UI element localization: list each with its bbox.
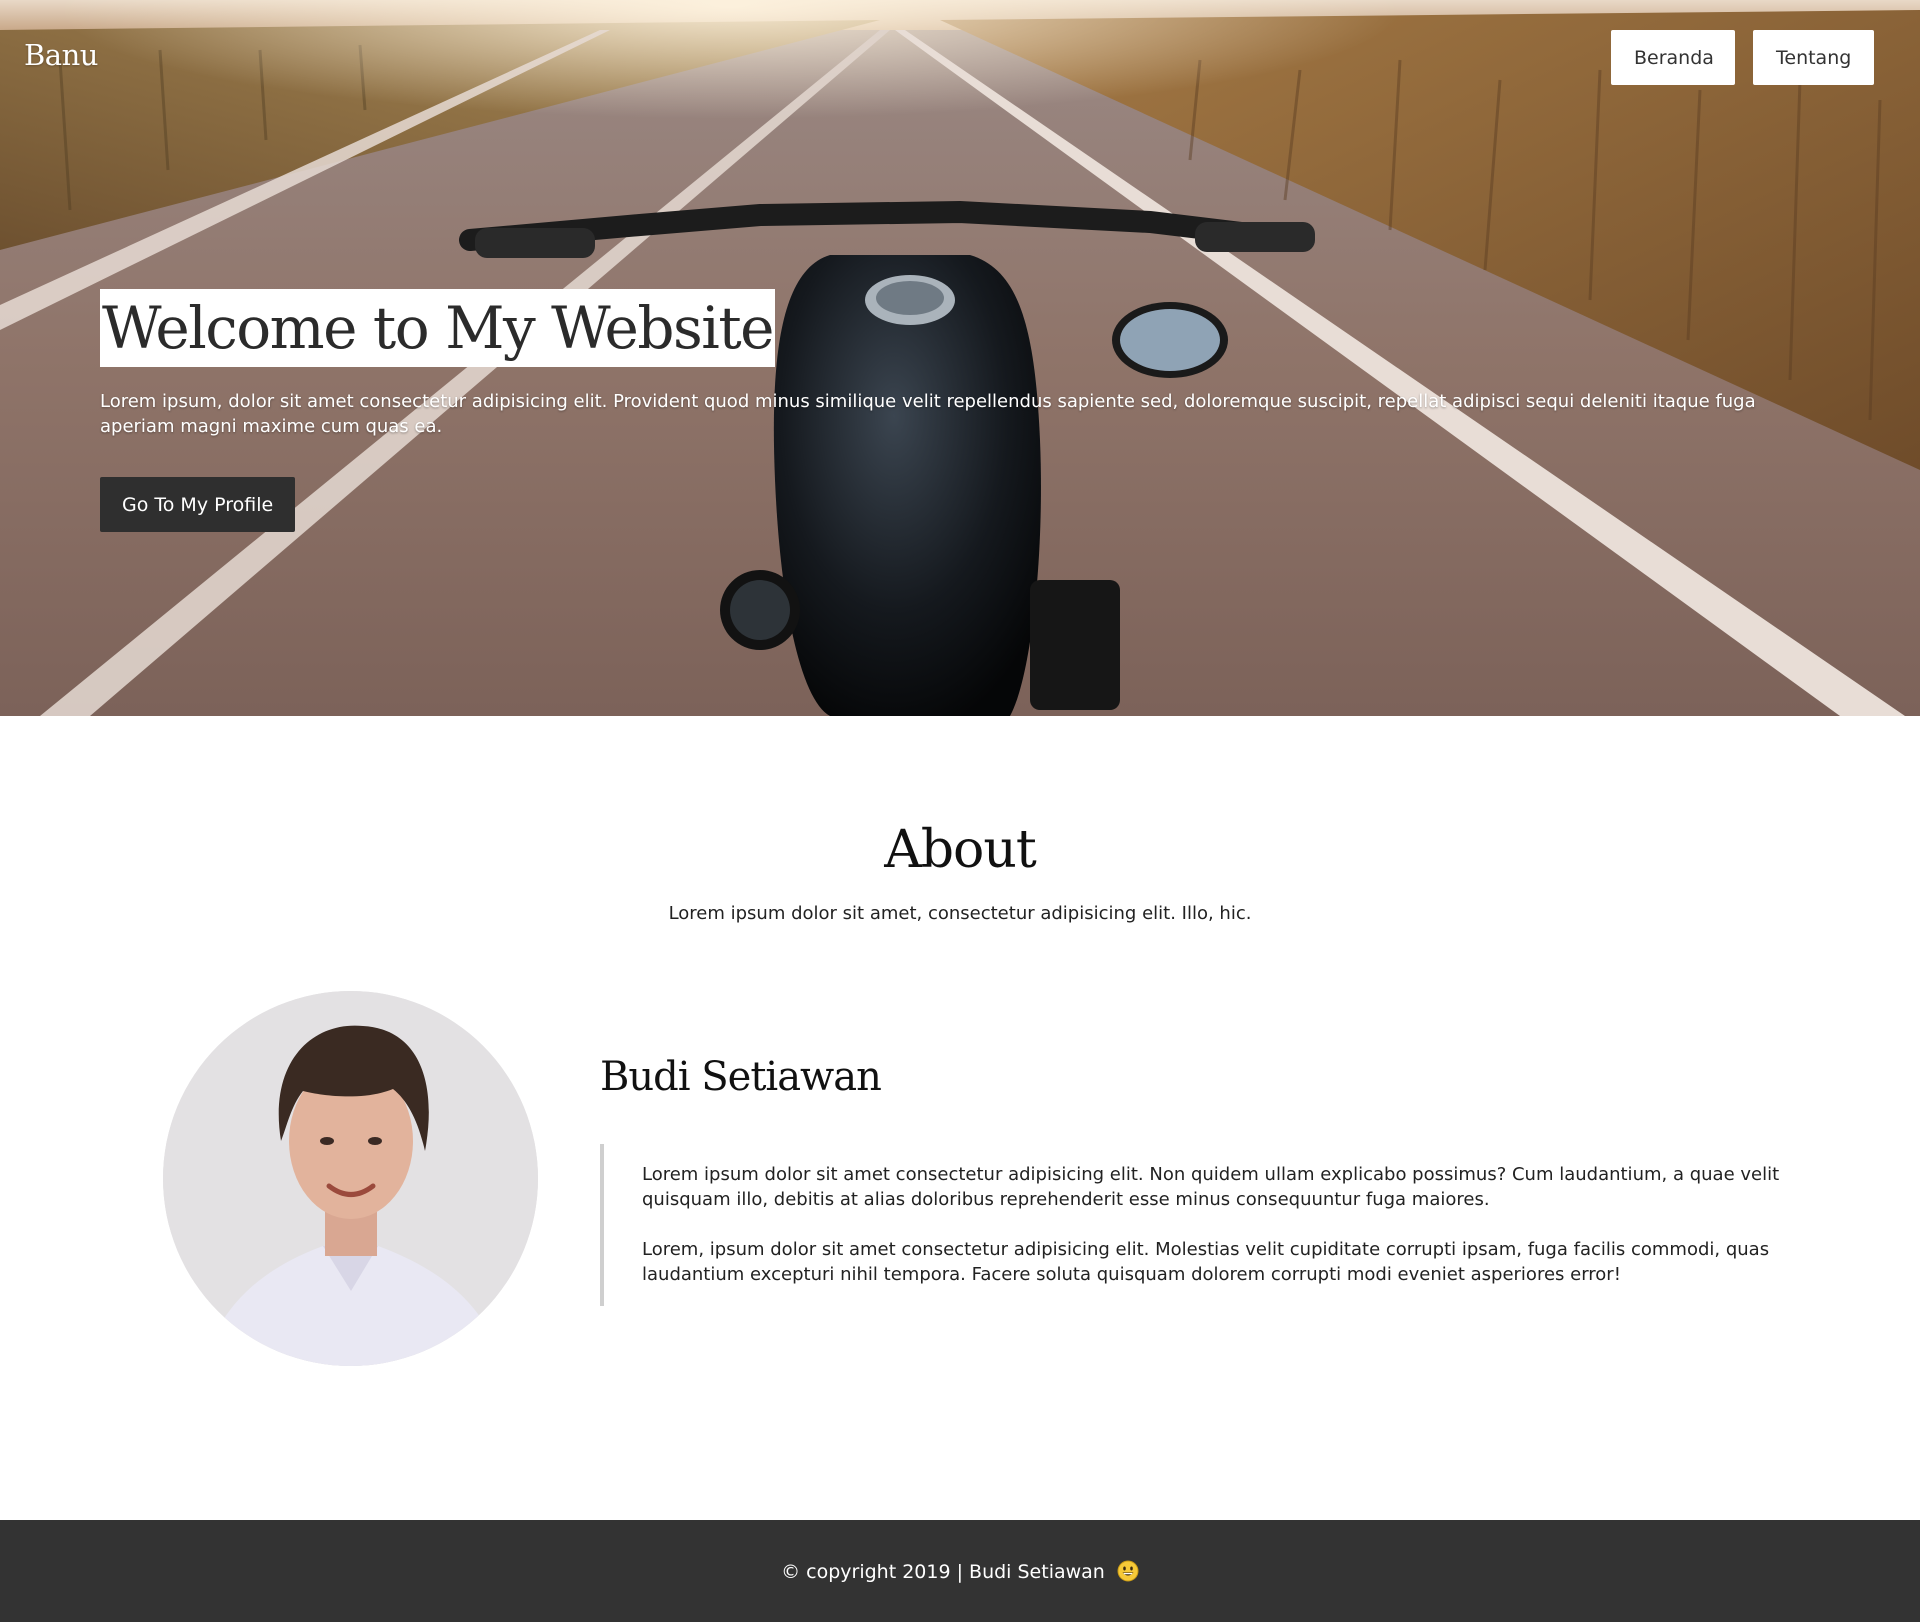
about-title: About xyxy=(884,820,1037,880)
profile-avatar xyxy=(163,991,538,1366)
about-subtitle: Lorem ipsum dolor sit amet, consectetur … xyxy=(668,903,1252,924)
hero-description: Lorem ipsum, dolor sit amet consectetur … xyxy=(100,391,1756,437)
profile-bio-paragraph: Lorem ipsum dolor sit amet consectetur a… xyxy=(642,1164,1780,1210)
nav-tentang-button[interactable]: Tentang xyxy=(1753,30,1874,85)
footer-copyright: © copyright 2019 | Budi Setiawan xyxy=(781,1560,1139,1583)
nav-beranda-button[interactable]: Beranda xyxy=(1611,30,1735,85)
hero-content: Welcome to My Website Lorem ipsum, dolor… xyxy=(100,289,1800,532)
about-section: About Lorem ipsum dolor sit amet, consec… xyxy=(0,716,1920,1520)
profile-name: Budi Setiawan xyxy=(600,1054,882,1100)
profile-bio-paragraph: Lorem, ipsum dolor sit amet consectetur … xyxy=(642,1239,1770,1285)
go-to-profile-button[interactable]: Go To My Profile xyxy=(100,477,296,532)
footer: © copyright 2019 | Budi Setiawan xyxy=(0,1520,1920,1622)
navbar: Banu Beranda Tentang xyxy=(0,0,1920,116)
hero-section: Banu Beranda Tentang Welcome to My Websi… xyxy=(0,0,1920,716)
profile-bio-quote: Lorem ipsum dolor sit amet consectetur a… xyxy=(600,1144,1800,1306)
portrait-photo xyxy=(163,991,538,1366)
brand-logo[interactable]: Banu xyxy=(24,38,98,72)
hero-title: Welcome to My Website xyxy=(100,289,775,367)
footer-copyright-text: © copyright 2019 | Budi Setiawan xyxy=(781,1560,1105,1583)
grinning-face-icon xyxy=(1117,1560,1139,1581)
